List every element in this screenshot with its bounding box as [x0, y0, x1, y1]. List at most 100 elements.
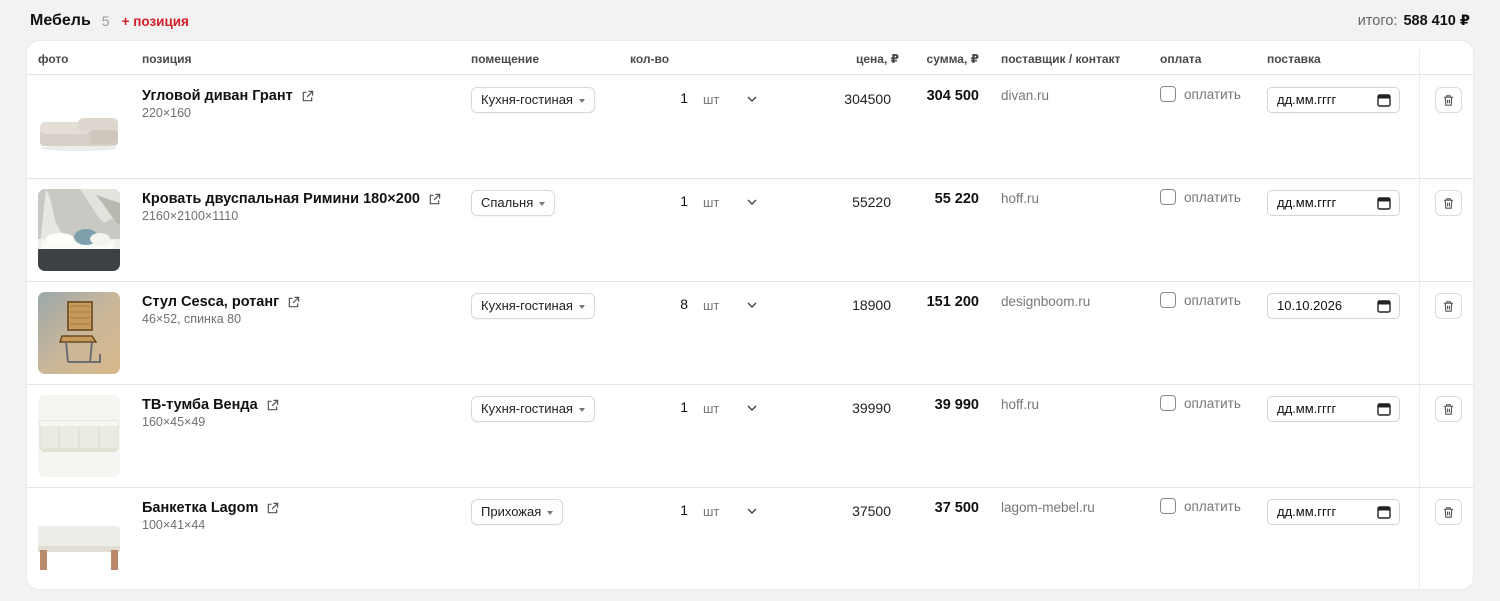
bench-photo[interactable]: [38, 498, 120, 580]
item-name-link[interactable]: ТВ-тумба Венда: [142, 397, 279, 413]
quantity-input[interactable]: 1: [633, 399, 688, 415]
room-value: Кухня-гостиная: [481, 298, 573, 313]
sum-value: 304 500: [926, 88, 979, 104]
item-dimensions: 2160×2100×1110: [142, 209, 239, 223]
pay-label: оплатить: [1184, 498, 1241, 514]
pay-label: оплатить: [1184, 86, 1241, 102]
item-name-link[interactable]: Банкетка Lagom: [142, 500, 279, 516]
sum-value: 37 500: [934, 500, 979, 516]
checkbox[interactable]: [1160, 292, 1176, 308]
corner-sofa-photo[interactable]: [38, 86, 120, 168]
price-input[interactable]: 37500: [807, 503, 891, 519]
pay-label: оплатить: [1184, 292, 1241, 308]
table-row: Стул Cesca, ротанг 46×52, спинка 80 Кухн…: [27, 282, 1473, 385]
trash-icon: [1443, 94, 1454, 106]
price-input[interactable]: 304500: [807, 91, 891, 107]
room-value: Кухня-гостиная: [481, 92, 573, 107]
unit-label: шт: [703, 504, 720, 519]
price-input[interactable]: 18900: [807, 297, 891, 313]
pay-label: оплатить: [1184, 395, 1241, 411]
chevron-down-icon[interactable]: [745, 401, 759, 415]
item-name-link[interactable]: Стул Cesca, ротанг: [142, 294, 300, 310]
delivery-date-input[interactable]: дд.мм.гггг: [1267, 190, 1400, 216]
pay-checkbox[interactable]: оплатить: [1160, 189, 1241, 205]
column-header-photo: фото: [38, 52, 69, 66]
calendar-icon: [1377, 299, 1391, 313]
table-row: Угловой диван Грант 220×160 Кухня-гостин…: [27, 76, 1473, 179]
checkbox[interactable]: [1160, 395, 1176, 411]
chevron-down-icon[interactable]: [745, 92, 759, 106]
double-bed-photo[interactable]: [38, 189, 120, 271]
delivery-date-input[interactable]: дд.мм.гггг: [1267, 396, 1400, 422]
items-table: фото позиция помещение кол-во цена, ₽ су…: [27, 41, 1473, 589]
sum-value: 55 220: [934, 191, 979, 207]
checkbox[interactable]: [1160, 498, 1176, 514]
calendar-icon: [1377, 505, 1391, 519]
supplier-link[interactable]: lagom-mebel.ru: [1001, 500, 1095, 515]
external-link-icon: [287, 296, 300, 309]
delivery-date-input[interactable]: дд.мм.гггг: [1267, 499, 1400, 525]
unit-label: шт: [703, 298, 720, 313]
item-name-link[interactable]: Угловой диван Грант: [142, 88, 314, 104]
quantity-input[interactable]: 1: [633, 502, 688, 518]
chevron-down-icon[interactable]: [745, 504, 759, 518]
cesca-chair-photo[interactable]: [38, 292, 120, 374]
room-select[interactable]: Спальня: [471, 190, 556, 216]
date-value: дд.мм.гггг: [1277, 92, 1337, 107]
pay-checkbox[interactable]: оплатить: [1160, 292, 1241, 308]
supplier-link[interactable]: hoff.ru: [1001, 191, 1039, 206]
checkbox[interactable]: [1160, 86, 1176, 102]
caret-down-icon: [578, 99, 585, 103]
trash-icon: [1443, 197, 1454, 209]
external-link-icon: [266, 502, 279, 515]
delete-button[interactable]: [1435, 499, 1462, 525]
room-select[interactable]: Кухня-гостиная: [471, 396, 595, 422]
unit-label: шт: [703, 195, 720, 210]
delivery-date-input[interactable]: 10.10.2026: [1267, 293, 1400, 319]
delivery-date-input[interactable]: дд.мм.гггг: [1267, 87, 1400, 113]
room-value: Прихожая: [481, 504, 542, 519]
column-header-item: позиция: [142, 52, 192, 66]
room-select[interactable]: Кухня-гостиная: [471, 87, 595, 113]
table-row: Банкетка Lagom 100×41×44 Прихожая 1 шт 3…: [27, 488, 1473, 589]
total-value: 588 410 ₽: [1403, 13, 1470, 29]
item-name: Банкетка Lagom: [142, 500, 259, 516]
date-value: дд.мм.гггг: [1277, 504, 1337, 519]
date-value: 10.10.2026: [1277, 298, 1343, 313]
pay-checkbox[interactable]: оплатить: [1160, 395, 1241, 411]
supplier-link[interactable]: divan.ru: [1001, 88, 1049, 103]
room-select[interactable]: Кухня-гостиная: [471, 293, 595, 319]
caret-down-icon: [547, 511, 554, 515]
item-name-link[interactable]: Кровать двуспальная Римини 180×200: [142, 191, 441, 207]
price-input[interactable]: 55220: [807, 194, 891, 210]
quantity-input[interactable]: 1: [633, 90, 688, 106]
supplier-link[interactable]: designboom.ru: [1001, 294, 1090, 309]
pay-checkbox[interactable]: оплатить: [1160, 498, 1241, 514]
item-dimensions: 220×160: [142, 106, 192, 120]
room-select[interactable]: Прихожая: [471, 499, 564, 525]
item-name: Кровать двуспальная Римини 180×200: [142, 191, 420, 207]
pay-checkbox[interactable]: оплатить: [1160, 86, 1241, 102]
unit-label: шт: [703, 401, 720, 416]
delete-button[interactable]: [1435, 87, 1462, 113]
date-value: дд.мм.гггг: [1277, 195, 1337, 210]
column-header-payment: оплата: [1160, 52, 1202, 66]
total-label: итого:: [1357, 13, 1398, 29]
delete-button[interactable]: [1435, 190, 1462, 216]
tv-stand-photo[interactable]: [38, 395, 120, 477]
column-header-supplier: поставщик / контакт: [1001, 52, 1121, 66]
quantity-input[interactable]: 8: [633, 296, 688, 312]
supplier-link[interactable]: hoff.ru: [1001, 397, 1039, 412]
item-name: Угловой диван Грант: [142, 88, 293, 104]
chevron-down-icon[interactable]: [745, 195, 759, 209]
delete-button[interactable]: [1435, 293, 1462, 319]
add-item-button[interactable]: + позиция: [122, 14, 189, 29]
price-input[interactable]: 39990: [807, 400, 891, 416]
table-header: фото позиция помещение кол-во цена, ₽ су…: [27, 41, 1473, 75]
checkbox[interactable]: [1160, 189, 1176, 205]
chevron-down-icon[interactable]: [745, 298, 759, 312]
quantity-input[interactable]: 1: [633, 193, 688, 209]
section-title: Мебель: [30, 12, 91, 29]
delete-button[interactable]: [1435, 396, 1462, 422]
table-row: ТВ-тумба Венда 160×45×49 Кухня-гостиная …: [27, 385, 1473, 488]
